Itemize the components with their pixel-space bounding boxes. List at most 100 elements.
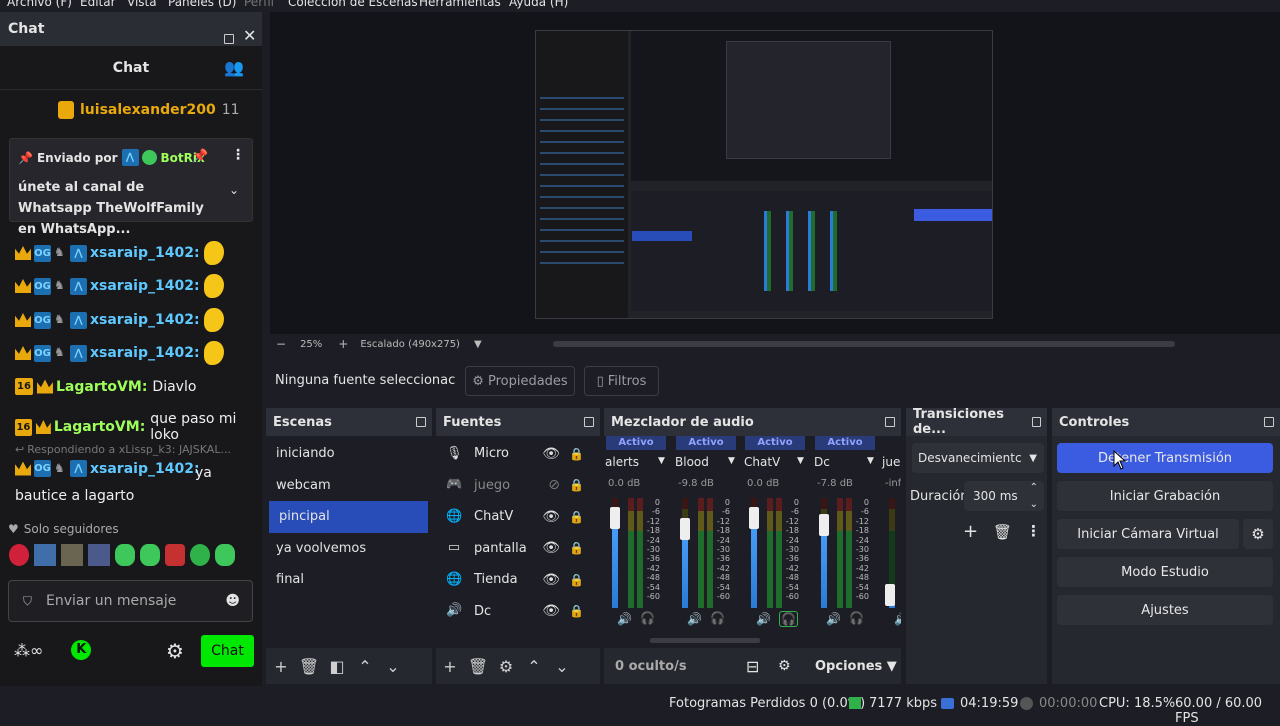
chevron-down-icon[interactable]: ▼ [867, 456, 874, 466]
duration-spinbox[interactable]: 300 ms ⌃ ⌄ [964, 481, 1044, 511]
menu-archivo[interactable]: Archivo (F) [7, 0, 72, 9]
chat-username[interactable]: xsaraip_1402: [90, 345, 200, 361]
headphones-icon[interactable]: 🎧 [640, 611, 655, 625]
lock-icon[interactable]: 🔒 [569, 447, 584, 461]
scene-item[interactable]: final [266, 564, 432, 596]
chat-username[interactable]: LagartoVM: [54, 419, 145, 435]
source-item[interactable]: 🔊 Dc 👁 🔒 [436, 596, 600, 628]
menu-vista[interactable]: Vista [127, 0, 157, 9]
lock-icon[interactable]: 🔒 [569, 604, 584, 618]
settings-button[interactable]: Ajustes [1057, 595, 1273, 625]
close-icon[interactable]: ✕ [243, 26, 256, 45]
pin-toggle-icon[interactable]: 📌 [192, 149, 208, 164]
emote-icon[interactable] [115, 544, 135, 566]
headphones-icon[interactable]: 🎧 [779, 611, 798, 627]
eye-icon[interactable]: 👁 [542, 572, 560, 588]
lock-icon[interactable]: 🔒 [569, 573, 584, 587]
add-icon[interactable]: + [436, 657, 464, 676]
chevron-down-icon[interactable]: ▼ [658, 456, 665, 466]
emote-icon[interactable] [215, 544, 235, 566]
speaker-icon[interactable]: 🔊 [617, 612, 632, 626]
more-options-icon[interactable]: ⋮ [231, 147, 245, 163]
speaker-icon[interactable]: 🔊 [894, 612, 901, 626]
spin-down-icon[interactable]: ⌄ [1030, 499, 1038, 510]
emote-icon[interactable] [9, 544, 29, 566]
kick-logo-icon[interactable]: K [71, 640, 92, 660]
chat-input[interactable]: ⛉ Enviar un mensaje ☻ [8, 580, 253, 622]
menu-paneles[interactable]: Paneles (D) [168, 0, 236, 9]
undock-icon[interactable] [224, 34, 234, 44]
undock-icon[interactable] [1264, 417, 1274, 427]
source-item[interactable]: 🎙 Micro 👁 🔒 [436, 438, 600, 470]
zoom-out-icon[interactable]: − [276, 337, 286, 351]
points-icon[interactable]: ⁂∞ [14, 641, 43, 660]
emote-icon[interactable] [88, 544, 110, 566]
undock-icon[interactable] [416, 417, 426, 427]
lock-icon[interactable]: 🔒 [569, 510, 584, 524]
layout-icon[interactable]: ⊟ [746, 657, 759, 676]
user-list-icon[interactable]: 👥 [224, 58, 244, 77]
volume-fader[interactable] [680, 517, 690, 540]
zoom-in-icon[interactable]: + [338, 337, 348, 351]
stop-stream-button[interactable]: Detener Transmisión [1057, 443, 1273, 473]
chat-username[interactable]: xsaraip_1402: [90, 245, 200, 261]
scene-item[interactable]: webcam [266, 470, 432, 502]
scene-item[interactable]: iniciando [266, 438, 432, 470]
eye-hidden-icon[interactable]: ⊘ [548, 477, 560, 493]
source-item[interactable]: 🌐 Tienda 👁 🔒 [436, 564, 600, 596]
scene-item-selected[interactable]: pincipal [269, 501, 428, 533]
emote-icon[interactable] [61, 544, 83, 566]
chevron-down-icon[interactable]: ▼ [797, 456, 804, 466]
chat-username[interactable]: xsaraip_1402: [90, 278, 200, 294]
eye-icon[interactable]: 👁 [542, 540, 560, 556]
mixer-options-button[interactable]: Opciones ▼ [815, 659, 897, 674]
preview-scrollbar[interactable] [553, 341, 1175, 347]
virtual-camera-settings-button[interactable]: ⚙ [1243, 519, 1273, 549]
chevron-down-icon[interactable]: ⌄ [379, 657, 407, 676]
chevron-down-icon[interactable]: ▼ [728, 456, 735, 466]
chat-username[interactable]: LagartoVM: [56, 379, 147, 395]
source-item[interactable]: 🎮 juego ⊘ 🔒 [436, 470, 600, 502]
properties-button[interactable]: ⚙ Propiedades [465, 366, 575, 396]
eye-icon[interactable]: 👁 [542, 509, 560, 525]
emote-icon[interactable] [140, 544, 160, 566]
chevron-down-icon[interactable]: ⌄ [548, 657, 576, 676]
speaker-icon[interactable]: 🔊 [756, 612, 771, 626]
advanced-audio-icon[interactable]: ⚙ [778, 658, 791, 674]
eye-icon[interactable]: 👁 [542, 446, 560, 462]
headphones-icon[interactable]: 🎧 [710, 611, 725, 625]
add-icon[interactable]: + [963, 521, 978, 542]
chevron-down-icon[interactable]: ▼ [474, 339, 482, 350]
menu-herramientas[interactable]: Herramientas [419, 0, 501, 9]
start-virtual-camera-button[interactable]: Iniciar Cámara Virtual [1057, 519, 1239, 549]
chevron-up-icon[interactable]: ⌃ [520, 657, 548, 676]
lock-icon[interactable]: 🔒 [569, 541, 584, 555]
chat-send-button[interactable]: Chat [201, 635, 254, 667]
volume-fader[interactable] [610, 506, 620, 529]
gear-icon[interactable]: ⚙ [166, 639, 184, 663]
trash-icon[interactable]: 🗑 [993, 523, 1012, 541]
speaker-icon[interactable]: 🔊 [826, 612, 841, 626]
emote-icon[interactable] [165, 544, 185, 566]
trash-icon[interactable]: 🗑 [464, 657, 492, 676]
undock-icon[interactable] [885, 417, 895, 427]
spin-up-icon[interactable]: ⌃ [1030, 482, 1038, 493]
mixer-scrollbar[interactable] [650, 638, 760, 643]
eye-icon[interactable]: 👁 [542, 603, 560, 619]
speaker-icon[interactable]: 🔊 [687, 612, 702, 626]
undock-icon[interactable] [584, 417, 594, 427]
volume-fader[interactable] [885, 583, 895, 606]
more-options-icon[interactable]: ⋮ [1026, 522, 1041, 540]
source-item[interactable]: ▭ pantalla 👁 🔒 [436, 533, 600, 565]
menu-perfil[interactable]: Perfil [244, 0, 274, 9]
source-item[interactable]: 🌐 ChatV 👁 🔒 [436, 501, 600, 533]
add-icon[interactable]: + [267, 657, 295, 676]
scene-item[interactable]: ya voolvemos [266, 533, 432, 565]
start-recording-button[interactable]: Iniciar Grabación [1057, 481, 1273, 511]
filters-button[interactable]: ▯ Filtros [584, 366, 659, 396]
expand-chevron-icon[interactable]: ⌄ [229, 183, 239, 197]
studio-mode-button[interactable]: Modo Estudio [1057, 557, 1273, 587]
chat-username[interactable]: xsaraip_1402: [90, 312, 200, 328]
menu-coleccion[interactable]: Colección de Escenas [288, 0, 418, 9]
emote-icon[interactable] [34, 544, 56, 566]
